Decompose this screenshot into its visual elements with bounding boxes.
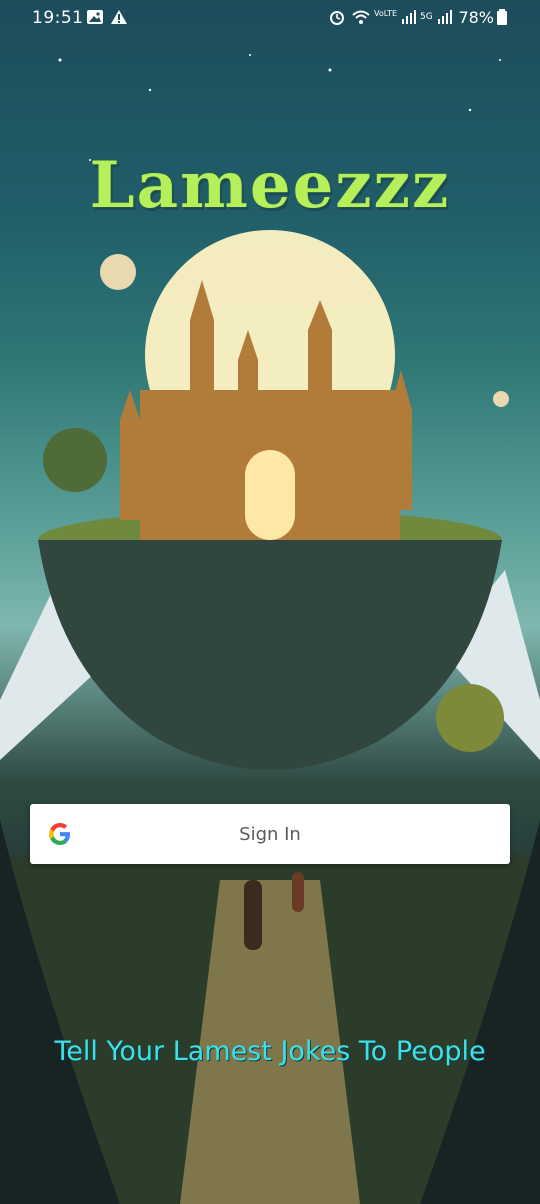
- tagline: Tell Your Lamest Jokes To People: [54, 1036, 486, 1067]
- alarm-icon: [330, 11, 344, 25]
- network-1-label: VoLTE1: [374, 10, 398, 18]
- status-bar: 19:51 VoLTE1 5G: [0, 0, 540, 36]
- google-sign-in-button[interactable]: Sign In: [30, 804, 510, 864]
- signal-2-icon: [438, 10, 452, 24]
- warning-icon: [111, 10, 127, 24]
- battery-percent: 78%: [458, 8, 494, 27]
- login-screen: 19:51 VoLTE1 5G: [0, 0, 540, 1204]
- image-notification-icon: [87, 10, 103, 24]
- signal-1-icon: [402, 10, 416, 24]
- network-2-label: 5G: [420, 12, 433, 22]
- sign-in-label: Sign In: [239, 824, 301, 845]
- status-time: 19:51: [32, 8, 84, 28]
- app-title: Lameezzz: [89, 148, 451, 223]
- battery-icon: [497, 9, 507, 25]
- wifi-icon: [352, 10, 370, 24]
